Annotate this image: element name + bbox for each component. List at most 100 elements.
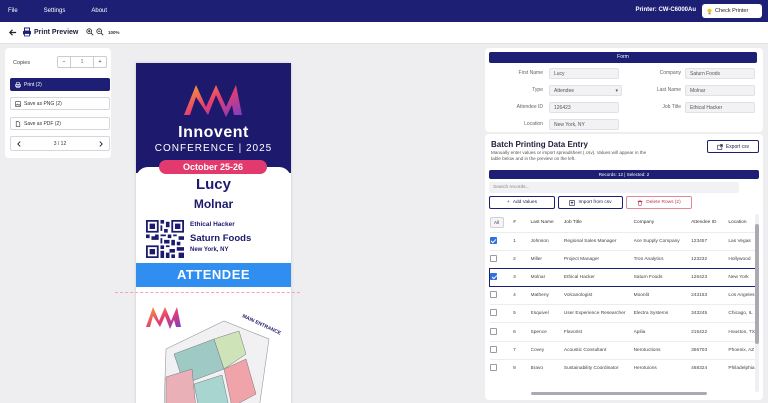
row-last-name[interactable]: Covey <box>530 340 564 360</box>
row-job-title[interactable]: Acoustic Consultant <box>563 340 634 360</box>
qr-code <box>146 220 184 258</box>
external-link-icon <box>717 143 723 150</box>
row-checkbox[interactable] <box>489 254 497 262</box>
row-location[interactable]: Phoenix, AZ <box>728 340 755 360</box>
menu-file[interactable]: File <box>8 8 18 14</box>
table-row[interactable]: 4 Matheny Volcanologist Moonlit 243153 L… <box>489 286 755 305</box>
row-attendee-id[interactable]: 123457 <box>691 231 729 251</box>
badge-preview: Innovent CONFERENCE | 2025 October 25-26… <box>136 63 291 403</box>
row-checkbox[interactable] <box>489 345 497 353</box>
row-job-title[interactable]: Sustainability Coordinator <box>563 358 634 378</box>
scrollbar-thumb[interactable] <box>755 224 759 344</box>
increment-icon[interactable]: + <box>94 59 106 65</box>
row-checkbox[interactable] <box>489 236 497 244</box>
row-attendee-id[interactable]: 356703 <box>691 340 729 360</box>
table-row[interactable]: 1 Johnson Regional Sales Manager Ace Sup… <box>489 231 755 251</box>
row-attendee-id[interactable]: 123232 <box>691 249 729 269</box>
row-company[interactable]: Saturn Foods <box>633 267 692 288</box>
page-divider <box>115 292 300 293</box>
copies-value[interactable]: 1 <box>70 57 94 67</box>
printer-name: Printer: CW-C6000Au <box>635 7 696 13</box>
save-png-button[interactable]: Save as PNG (2) <box>10 97 110 110</box>
table-row[interactable]: 8 Bravo Sustainability Coordinator Herot… <box>489 358 755 378</box>
location-label: Location <box>524 121 543 127</box>
save-pdf-button[interactable]: Save as PDF (2) <box>10 117 110 130</box>
row-job-title[interactable]: Regional Sales Manager <box>563 231 634 251</box>
print-options-panel: Copies − 1 + Print (2) Save as PNG (2) S… <box>5 48 111 158</box>
row-company[interactable]: Apilia <box>633 322 692 342</box>
company-field[interactable]: Saturn Foods <box>685 68 755 79</box>
search-input[interactable]: Search records... <box>489 182 739 193</box>
select-all-button[interactable]: All <box>489 217 504 229</box>
row-location[interactable]: Chicago, IL <box>728 304 755 323</box>
row-attendee-id[interactable]: 468324 <box>691 358 729 378</box>
job-title-field[interactable]: Ethical Hacker <box>685 102 755 113</box>
menu-settings[interactable]: Settings <box>44 8 66 14</box>
copies-stepper[interactable]: − 1 + <box>57 56 107 68</box>
row-attendee-id[interactable]: 243153 <box>691 286 729 305</box>
last-name-field[interactable]: Molnar <box>685 85 755 96</box>
menu-about[interactable]: About <box>91 8 107 14</box>
row-last-name[interactable]: Molnar <box>530 267 564 288</box>
table-row[interactable]: 6 Spence Flavorist Apilia 215422 Houston… <box>489 322 755 342</box>
row-last-name[interactable]: Bravo <box>530 358 564 378</box>
table-row[interactable]: 7 Covey Acoustic Consultant Nerotuctions… <box>489 340 755 360</box>
first-name-field[interactable]: Lucy <box>549 68 619 79</box>
row-location[interactable]: Houston, TX <box>728 322 755 342</box>
row-checkbox[interactable] <box>490 272 497 280</box>
row-job-title[interactable]: User Experience Researcher <box>563 304 634 323</box>
row-location[interactable]: Los Angeles <box>728 286 755 305</box>
row-location[interactable]: Las Vegas <box>728 231 755 251</box>
row-last-name[interactable]: Matheny <box>530 286 564 305</box>
zoom-out-icon[interactable] <box>96 28 104 36</box>
table-row-selected[interactable]: 3 Molnar Ethical Hacker Saturn Foods 126… <box>489 267 755 288</box>
import-csv-button[interactable]: Import from csv <box>558 196 623 209</box>
attendee-id-field[interactable]: 126423 <box>549 102 619 113</box>
check-printer-button[interactable]: Check Printer <box>702 4 762 18</box>
row-company[interactable]: Electra Systems <box>633 304 692 323</box>
row-checkbox[interactable] <box>489 327 497 335</box>
zoom-in-icon[interactable] <box>86 28 94 36</box>
col-number: # <box>513 220 516 226</box>
row-checkbox[interactable] <box>489 309 497 317</box>
delete-rows-button[interactable]: Delete Rows (2) <box>626 196 692 209</box>
type-select[interactable]: Attendee ▾ <box>549 85 622 96</box>
row-attendee-id[interactable]: 343245 <box>691 304 729 323</box>
prev-page-icon[interactable] <box>16 140 22 147</box>
vertical-scrollbar[interactable] <box>755 214 759 392</box>
table-header: All # Last Name Job Title Company Attend… <box>489 214 756 232</box>
back-arrow-icon[interactable] <box>8 28 17 37</box>
row-last-name[interactable]: Johnson <box>530 231 564 251</box>
records-summary: Records: 12 | Selected: 2 <box>489 170 759 179</box>
row-job-title[interactable]: Volcanologist <box>563 286 634 305</box>
row-last-name[interactable]: Miller <box>530 249 564 269</box>
decrement-icon[interactable]: − <box>58 59 70 65</box>
row-job-title[interactable]: Flavorist <box>563 322 634 342</box>
row-company[interactable]: Tron Analytics <box>633 249 692 269</box>
row-checkbox[interactable] <box>489 364 497 372</box>
row-location[interactable]: Hollywood <box>728 249 755 269</box>
next-page-icon[interactable] <box>98 140 104 147</box>
row-location[interactable]: New York <box>728 267 755 288</box>
row-last-name[interactable]: Spence <box>530 322 564 342</box>
location-field[interactable]: New York, NY <box>549 119 619 130</box>
row-job-title[interactable]: Project Manager <box>563 249 634 269</box>
table-row[interactable]: 5 Esquivel User Experience Researcher El… <box>489 304 755 323</box>
row-checkbox[interactable] <box>489 291 497 299</box>
row-job-title[interactable]: Ethical Hacker <box>563 267 634 288</box>
row-attendee-id[interactable]: 126423 <box>691 267 729 288</box>
row-company[interactable]: Moonlit <box>633 286 692 305</box>
row-company[interactable]: Nerotuctions <box>633 340 692 360</box>
horizontal-scrollbar[interactable] <box>531 392 707 395</box>
row-company[interactable]: Herotuions <box>633 358 692 378</box>
table-row[interactable]: 2 Miller Project Manager Tron Analytics … <box>489 249 755 269</box>
batch-title: Batch Printing Data Entry <box>491 140 588 149</box>
row-location[interactable]: Philadelphia <box>728 358 755 378</box>
badge-header <box>136 63 291 173</box>
row-company[interactable]: Ace Supply Company <box>633 231 692 251</box>
export-csv-button[interactable]: Export csv <box>707 140 759 153</box>
row-attendee-id[interactable]: 215422 <box>691 322 729 342</box>
print-button[interactable]: Print (2) <box>10 78 110 91</box>
row-last-name[interactable]: Esquivel <box>530 304 564 323</box>
add-values-button[interactable]: + Add Values <box>489 196 555 209</box>
